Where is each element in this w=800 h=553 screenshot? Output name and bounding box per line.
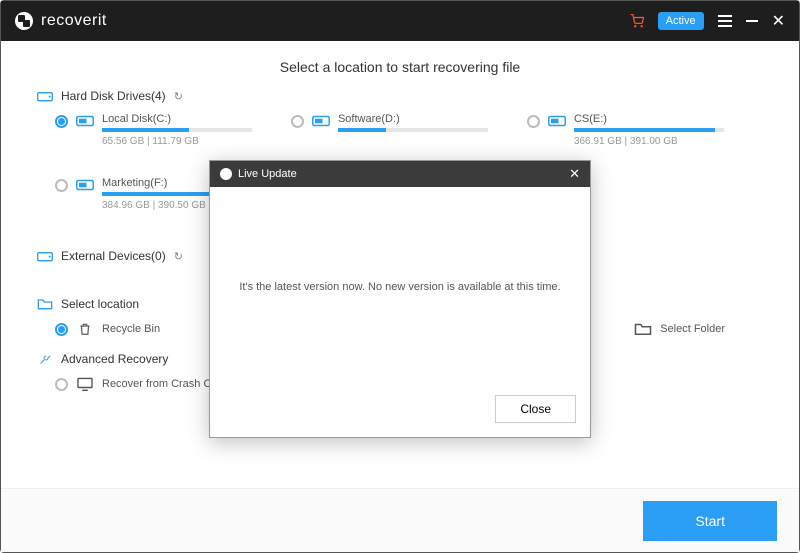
radio-drive-e[interactable] [527,115,540,128]
dialog-close-button[interactable]: Close [495,395,576,423]
advanced-section-label: Advanced Recovery [61,352,168,366]
wrench-icon [37,353,53,365]
dialog-message: It's the latest version now. No new vers… [239,281,560,293]
drive-item-d[interactable]: Software(D:) [291,113,527,161]
dialog-logo-icon [220,168,232,180]
dialog-body: It's the latest version now. No new vers… [210,187,590,387]
titlebar-controls: Active ✕ [630,11,785,31]
app-window: recoverit Active ✕ Select a location to … [0,0,800,553]
dialog-close-icon[interactable]: ✕ [569,166,580,182]
radio-crash[interactable] [55,378,68,391]
dialog-title: Live Update [238,168,297,180]
page-subtitle: Select a location to start recovering fi… [37,59,763,75]
drive-stats: 65.56 GB | 111.79 GB [102,136,273,147]
disk-icon [76,114,94,128]
select-folder-label: Select Folder [660,323,725,335]
app-name: recoverit [41,12,107,30]
drive-label: Software(D:) [338,113,509,125]
logo-icon [15,12,33,30]
minimize-icon[interactable] [746,20,758,22]
external-section-label: External Devices(0) [61,249,166,263]
usage-bar [102,128,252,132]
usage-bar [574,128,724,132]
titlebar: recoverit Active ✕ [1,1,799,41]
drive-item-e[interactable]: CS(E:) 366.91 GB | 391.00 GB [527,113,763,161]
refresh-icon[interactable]: ↻ [174,90,183,103]
hdd-section-label: Hard Disk Drives(4) [61,89,166,103]
radio-drive-d[interactable] [291,115,304,128]
drive-label: CS(E:) [574,113,745,125]
start-button[interactable]: Start [643,501,777,541]
active-button[interactable]: Active [658,12,704,30]
recycle-bin-option[interactable]: Recycle Bin [55,321,160,336]
folder-icon [37,298,53,310]
select-folder-option[interactable]: Select Folder [634,321,725,336]
external-drive-icon [37,250,53,262]
trash-icon [76,322,94,336]
dialog-footer: Close [210,387,590,437]
disk-icon [76,178,94,192]
drive-item-c[interactable]: Local Disk(C:) 65.56 GB | 111.79 GB [55,113,291,161]
app-logo: recoverit [15,12,107,30]
hdd-icon [37,90,53,102]
disk-icon [312,114,330,128]
dialog-titlebar: Live Update ✕ [210,161,590,187]
radio-drive-f[interactable] [55,179,68,192]
monitor-icon [76,377,94,391]
live-update-dialog: Live Update ✕ It's the latest version no… [209,160,591,438]
select-location-label: Select location [61,297,139,311]
cart-icon[interactable] [630,14,644,28]
radio-drive-c[interactable] [55,115,68,128]
refresh-icon[interactable]: ↻ [174,250,183,263]
hdd-section-header: Hard Disk Drives(4) ↻ [37,89,763,103]
disk-icon [548,114,566,128]
drive-label: Local Disk(C:) [102,113,273,125]
folder-open-icon [634,322,652,336]
footer: Start [1,488,799,552]
radio-recycle-bin[interactable] [55,323,68,336]
usage-bar [338,128,488,132]
close-icon[interactable]: ✕ [772,11,785,31]
drive-stats: 366.91 GB | 391.00 GB [574,136,745,147]
recycle-bin-label: Recycle Bin [102,323,160,335]
menu-icon[interactable] [718,20,732,22]
